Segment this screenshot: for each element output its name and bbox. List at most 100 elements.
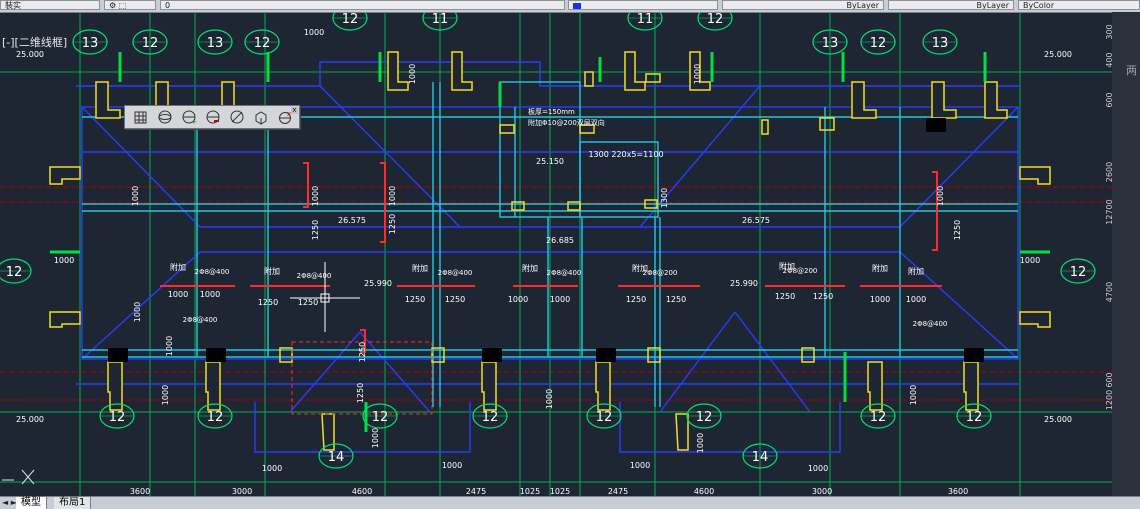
elevation-label: 26.575 <box>742 216 770 225</box>
rebar-spec: 2Φ8@400 <box>547 269 582 277</box>
color-swatch-icon <box>573 3 581 9</box>
level-label: 25.000 <box>1044 415 1072 424</box>
axis-bubble-label: 12 <box>966 410 983 425</box>
layer-name: 裝实 <box>5 1 21 10</box>
3d-grid-icon[interactable] <box>131 107 150 127</box>
dimension-text: 1000 <box>808 464 828 473</box>
linetype-value: ByLayer <box>846 1 879 10</box>
right-dimension: 4700 <box>1105 282 1114 302</box>
layout-tabs: ◄ ► 模型 布局1 <box>0 496 1140 509</box>
rebar-label: 附加 <box>412 263 428 273</box>
axis-bubble-top: 13 <box>72 29 108 55</box>
dimension-text: 1250 <box>358 342 367 362</box>
dimension-text: 1000 <box>304 28 324 37</box>
bottom-dimension: 1025 <box>520 487 540 496</box>
dimension-text: 1000 <box>388 186 397 206</box>
dimension-text: 1250 <box>405 295 425 304</box>
dimension-text: 1000 <box>936 186 945 206</box>
dimension-text: 1000 <box>371 428 380 448</box>
tab-layout1[interactable]: 布局1 <box>54 497 92 509</box>
dimension-text: 1000 <box>311 186 320 206</box>
axis-bubble-label: 12 <box>482 410 499 425</box>
floating-view-toolbar[interactable]: + x x <box>124 105 300 129</box>
slab-note: 附加Φ10@200双层双向 <box>528 118 605 127</box>
rebar-label: 附加 <box>908 266 924 276</box>
tab-model[interactable]: 模型 <box>16 497 47 509</box>
level-label: 25.000 <box>16 415 44 424</box>
bottom-dimension: 4600 <box>694 487 714 496</box>
tab-nav-arrows[interactable]: ◄ ► <box>2 498 17 507</box>
axis-bubble-label: 12 <box>6 265 23 280</box>
axis-bubble-label: 14 <box>752 450 769 465</box>
viewport-label[interactable]: [-][二维线框] <box>0 34 70 50</box>
layer-tools[interactable]: ⚙ ⬚ <box>104 0 156 10</box>
rebar-label: 附加 <box>872 263 888 273</box>
linetype-control[interactable]: ByLayer <box>722 0 884 10</box>
axis-bubble-top: 13 <box>922 29 958 55</box>
dimension-text: 1000 <box>165 336 174 356</box>
bottom-dimension: 1025 <box>550 487 570 496</box>
axis-bubble-top: 12 <box>332 12 368 31</box>
dimension-text: 1000 <box>200 290 220 299</box>
sphere-icon[interactable] <box>155 107 174 127</box>
right-edge-panel <box>1112 12 1140 496</box>
axis-bubble-lower: 14 <box>318 443 354 469</box>
rebar-spec: 2Φ8@400 <box>297 272 332 280</box>
dimension-text: 1000 <box>630 461 650 470</box>
axis-bubble-label: 12 <box>342 12 359 27</box>
right-dimension: 2600 <box>1105 162 1114 182</box>
sphere-subtract-icon[interactable] <box>203 107 222 127</box>
plotstyle-control[interactable]: ByColor <box>1018 0 1140 10</box>
dimension-text: 1000 <box>696 433 705 453</box>
right-dimension: 400 <box>1105 52 1114 67</box>
axis-bubble-label: 12 <box>142 36 159 51</box>
layer-control[interactable]: 0 <box>160 0 565 10</box>
dimension-text: 1250 <box>775 292 795 301</box>
dimension-text: 1000 <box>54 256 74 265</box>
right-dimension: 1200 <box>1105 390 1114 410</box>
rebar-spec: 2Φ8@400 <box>195 268 230 276</box>
axis-bubble-top: 12 <box>697 12 733 31</box>
axis-bubble-bottom: 12 <box>686 403 722 429</box>
rebar-label: 附加 <box>170 262 186 272</box>
axis-bubble-label: 12 <box>109 410 126 425</box>
sphere-add-icon[interactable]: + <box>179 107 198 127</box>
axis-bubble-label: 12 <box>596 410 613 425</box>
dimension-text: 1000 <box>168 290 188 299</box>
axis-bubble-label: 12 <box>1070 265 1087 280</box>
dimension-text: 1250 <box>953 220 962 240</box>
drawing-canvas[interactable]: 两 13 12 13 12 12 11 11 12 13 12 13 12 12 12 12 12 12 12 12… <box>0 12 1140 496</box>
close-icon[interactable]: x <box>291 107 298 114</box>
elevation-label: 25.990 <box>364 279 392 288</box>
axis-bubble-label: 12 <box>707 12 724 27</box>
level-label: 25.000 <box>16 50 44 59</box>
axis-bubble-label: 12 <box>696 410 713 425</box>
layer-tool-icon: ⚙ ⬚ <box>109 1 127 10</box>
dimension-text: 1300 <box>660 188 669 208</box>
layer-value: 0 <box>165 1 171 10</box>
slice-icon[interactable] <box>227 107 246 127</box>
rebar-spec: 2Φ8@400 <box>438 269 473 277</box>
dimension-text: 1000 <box>550 295 570 304</box>
drawing-text-labels: 25.000 25.000 25.000 25.000 25.150 26.575 26.5… <box>16 24 1114 496</box>
dimension-text: 1250 <box>626 295 646 304</box>
dimension-text: 1250 <box>445 295 465 304</box>
box-icon[interactable] <box>251 107 270 127</box>
lineweight-control[interactable]: ByLayer <box>888 0 1014 10</box>
axis-bubble-top: 12 <box>244 29 280 55</box>
color-control[interactable] <box>568 0 718 10</box>
right-dimension: 12700 <box>1105 199 1114 224</box>
dimension-text: 1000 <box>133 302 142 322</box>
rebar-spec: 2Φ8@400 <box>183 316 218 324</box>
bottom-dimension: 4600 <box>352 487 372 496</box>
dimension-text: 1250 <box>813 292 833 301</box>
right-edge-text: 两 <box>1126 64 1137 77</box>
right-dimension: 300 <box>1105 24 1114 39</box>
dimension-text: 1250 <box>258 298 278 307</box>
layer-dropdown[interactable]: 裝实 <box>0 0 100 10</box>
dimension-text: 1300 220x5=1100 <box>588 150 663 159</box>
dimension-text: 1000 <box>1020 256 1040 265</box>
axis-bubble-top: 12 <box>860 29 896 55</box>
axis-bubble-label: 13 <box>82 36 99 51</box>
axis-bubble-label: 12 <box>870 410 887 425</box>
